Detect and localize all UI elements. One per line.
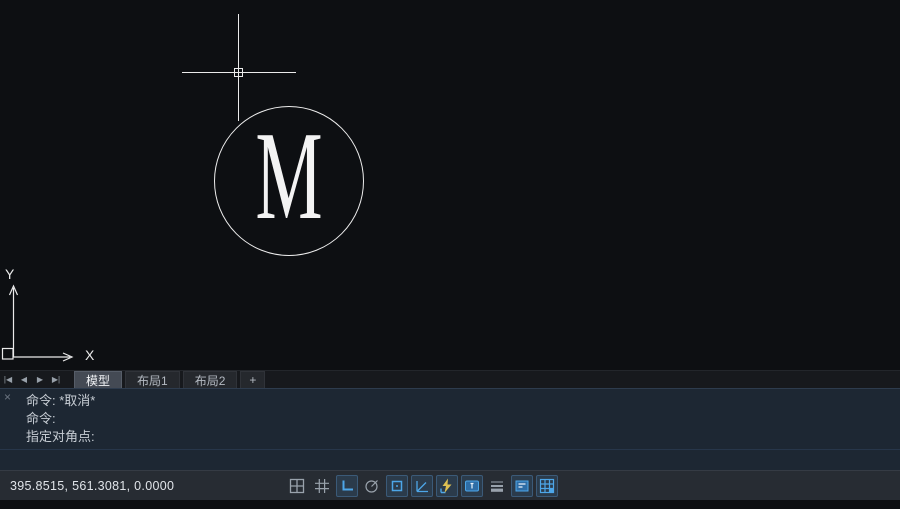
lineweight-icon[interactable]: [486, 475, 508, 497]
last-tab-button[interactable]: ▶|: [48, 371, 64, 388]
command-history-line: 命令:: [0, 410, 900, 428]
tab-model[interactable]: 模型: [74, 371, 122, 388]
first-tab-button[interactable]: |◀: [0, 371, 16, 388]
grid-display-icon[interactable]: [311, 475, 333, 497]
dynamic-ucs-icon[interactable]: [436, 475, 458, 497]
command-input-line[interactable]: 命令:: [0, 449, 900, 470]
annotation-monitor-icon[interactable]: [536, 475, 558, 497]
ortho-mode-icon[interactable]: [336, 475, 358, 497]
status-bar: 395.8515, 561.3081, 0.0000: [0, 470, 900, 500]
tab-layout1[interactable]: 布局1: [125, 371, 180, 388]
command-history-line: 命令: *取消*: [0, 392, 900, 410]
snap-mode-icon[interactable]: [286, 475, 308, 497]
command-panel: × 命令: *取消* 命令: 指定对角点: 命令:: [0, 388, 900, 470]
quick-properties-icon[interactable]: [511, 475, 533, 497]
layout-tab-bar: |◀ ◀ ▶ ▶| 模型 布局1 布局2 +: [0, 370, 900, 388]
ucs-y-axis-label: Y: [5, 266, 14, 282]
pickbox-square: [234, 68, 243, 77]
coordinates-readout[interactable]: 395.8515, 561.3081, 0.0000: [10, 479, 174, 493]
object-snap-icon[interactable]: [386, 475, 408, 497]
drawn-circle-entity[interactable]: M: [214, 106, 364, 256]
close-command-panel-icon[interactable]: ×: [4, 391, 11, 403]
next-tab-button[interactable]: ▶: [32, 371, 48, 388]
tab-layout2[interactable]: 布局2: [183, 371, 238, 388]
drawing-canvas[interactable]: M Y X: [0, 0, 900, 370]
command-history-line: 指定对角点:: [0, 428, 900, 446]
dynamic-input-icon[interactable]: [461, 475, 483, 497]
prev-tab-button[interactable]: ◀: [16, 371, 32, 388]
polar-tracking-icon[interactable]: [361, 475, 383, 497]
status-toggle-group: [286, 475, 558, 497]
drawn-text-entity[interactable]: M: [255, 114, 322, 240]
add-layout-tab-button[interactable]: +: [240, 371, 265, 388]
ucs-x-axis-label: X: [85, 347, 94, 363]
object-snap-tracking-icon[interactable]: [411, 475, 433, 497]
